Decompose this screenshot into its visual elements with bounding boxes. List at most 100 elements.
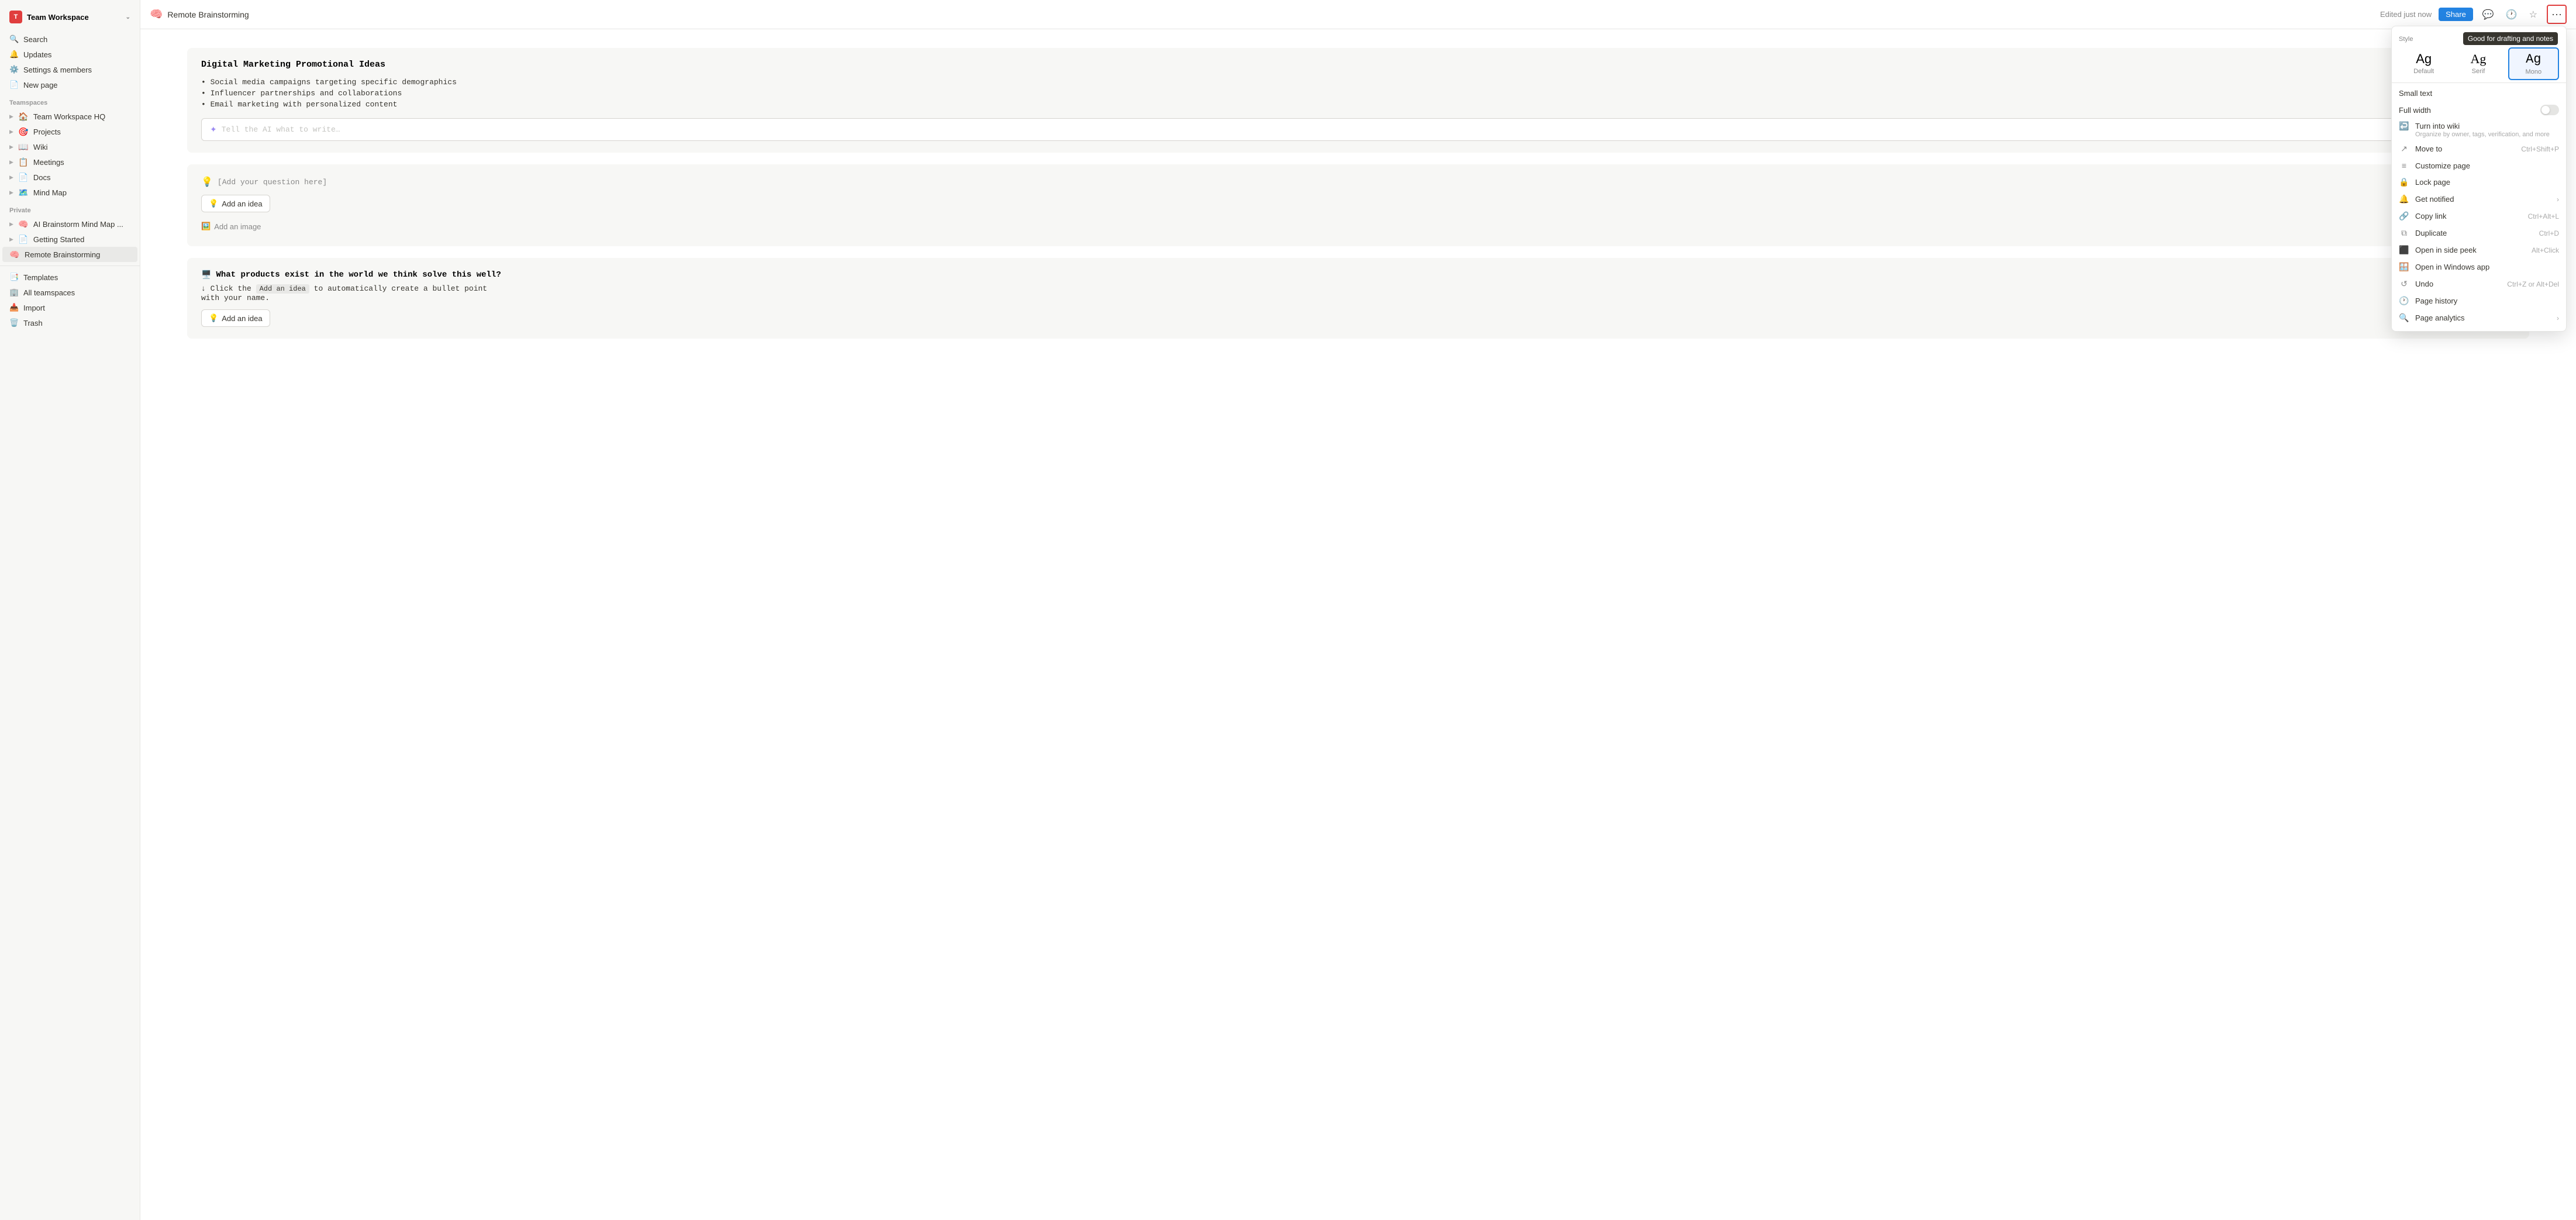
idea-btn-icon: 💡	[209, 199, 218, 208]
sidebar-item-meetings[interactable]: ▶ 📋 Meetings	[2, 154, 137, 170]
style-options: Ag Default Ag Serif Ag Mono Good for dra…	[2399, 47, 2559, 80]
sidebar-label-getting-started: Getting Started	[33, 235, 84, 244]
add-image-button[interactable]: 🖼️ Add an image	[201, 218, 261, 235]
new-page-icon: 📄	[9, 80, 19, 89]
toggle-knob	[2541, 106, 2550, 114]
teamspaces-label: Teamspaces	[0, 95, 140, 109]
context-menu: Style Ag Default Ag Serif Ag Mono Good f…	[2391, 26, 2567, 332]
sidebar-item-mind-map[interactable]: ▶ 🗺️ Mind Map	[2, 185, 137, 200]
products-title: What products exist in the world we thin…	[216, 270, 501, 280]
style-mono-button[interactable]: Ag Mono Good for drafting and notes	[2508, 47, 2559, 80]
turn-into-wiki-item[interactable]: ↩️ Turn into wiki Organize by owner, tag…	[2392, 119, 2566, 140]
share-button[interactable]: Share	[2439, 8, 2473, 21]
sidebar-item-import[interactable]: 📥 Import	[2, 300, 137, 315]
sidebar-item-team-hq[interactable]: ▶ 🏠 Team Workspace HQ	[2, 109, 137, 124]
sidebar-item-trash[interactable]: 🗑️ Trash	[2, 315, 137, 330]
sidebar-label-trash: Trash	[23, 319, 43, 328]
sidebar-item-settings[interactable]: ⚙️ Settings & members	[2, 62, 137, 77]
more-options-button[interactable]: ···	[2547, 5, 2567, 24]
history-icon[interactable]: 🕐	[2503, 6, 2520, 23]
all-teamspaces-icon: 🏢	[9, 288, 19, 297]
comment-icon[interactable]: 💬	[2480, 6, 2496, 23]
get-notified-item[interactable]: 🔔 Get notified ›	[2392, 191, 2566, 208]
expand-icon: ▶	[9, 144, 13, 150]
mind-map-icon: 🗺️	[18, 187, 29, 198]
workspace-avatar: T	[9, 11, 22, 23]
page-icon: 🧠	[150, 8, 163, 20]
settings-icon: ⚙️	[9, 65, 19, 74]
sidebar-item-wiki[interactable]: ▶ 📖 Wiki	[2, 139, 137, 154]
templates-icon: 📑	[9, 273, 19, 282]
meetings-icon: 📋	[18, 157, 29, 167]
side-peek-icon: ⬛	[2399, 245, 2409, 255]
add-idea-button[interactable]: 💡 Add an idea	[201, 195, 270, 212]
full-width-row[interactable]: Full width	[2392, 101, 2566, 119]
main-content: 🧠 Remote Brainstorming Edited just now S…	[140, 0, 2576, 1220]
style-serif-label: Serif	[2472, 68, 2485, 75]
lock-page-item[interactable]: 🔒 Lock page	[2392, 174, 2566, 191]
analytics-icon: 🔍	[2399, 313, 2409, 323]
style-serif-button[interactable]: Ag Serif	[2453, 47, 2503, 80]
open-side-peek-label: Open in side peek	[2415, 246, 2477, 254]
add-idea-button-products[interactable]: 💡 Add an idea	[201, 309, 270, 327]
team-hq-icon: 🏠	[18, 111, 29, 122]
add-idea-label-2: Add an idea	[222, 314, 262, 323]
move-to-label: Move to	[2415, 144, 2442, 153]
undo-item[interactable]: ↺ Undo Ctrl+Z or Alt+Del	[2392, 275, 2566, 292]
page-analytics-item[interactable]: 🔍 Page analytics ›	[2392, 309, 2566, 326]
expand-icon: ▶	[9, 221, 13, 228]
open-windows-item[interactable]: 🪟 Open in Windows app	[2392, 259, 2566, 275]
duplicate-shortcut: Ctrl+D	[2539, 229, 2559, 237]
sidebar-item-remote-brainstorming[interactable]: 🧠 Remote Brainstorming	[2, 247, 137, 262]
sidebar-item-all-teamspaces[interactable]: 🏢 All teamspaces	[2, 285, 137, 300]
page-history-item[interactable]: 🕐 Page history	[2392, 292, 2566, 309]
get-notified-chevron: ›	[2557, 195, 2559, 204]
undo-label: Undo	[2415, 280, 2433, 288]
expand-icon: ▶	[9, 113, 13, 120]
sidebar-item-updates[interactable]: 🔔 Updates	[2, 47, 137, 62]
duplicate-item[interactable]: ⧉ Duplicate Ctrl+D	[2392, 225, 2566, 242]
idea-btn-icon-2: 💡	[209, 313, 218, 323]
open-side-peek-item[interactable]: ⬛ Open in side peek Alt+Click	[2392, 242, 2566, 259]
lock-page-label: Lock page	[2415, 178, 2450, 187]
workspace-chevron-icon: ⌄	[126, 14, 130, 20]
image-icon: 🖼️	[201, 222, 211, 231]
bell-icon: 🔔	[2399, 194, 2409, 204]
sidebar-label-updates: Updates	[23, 50, 51, 59]
sidebar-item-templates[interactable]: 📑 Templates	[2, 270, 137, 285]
sidebar-label-search: Search	[23, 35, 47, 44]
windows-icon: 🪟	[2399, 262, 2409, 272]
page-analytics-label: Page analytics	[2415, 313, 2465, 322]
style-mono-label: Mono	[2526, 68, 2542, 75]
topbar-page-title: Remote Brainstorming	[167, 10, 249, 19]
idea-question-text: [Add your question here]	[218, 178, 327, 187]
style-default-button[interactable]: Ag Default	[2399, 47, 2449, 80]
expand-icon: ▶	[9, 159, 13, 166]
sidebar-item-search[interactable]: 🔍 Search	[2, 32, 137, 47]
content-block-question: 💡 [Add your question here] 💡 Add an idea…	[187, 164, 2529, 246]
sidebar-label-projects: Projects	[33, 127, 61, 136]
sidebar-item-ai-brainstorm[interactable]: ▶ 🧠 AI Brainstorm Mind Map ...	[2, 216, 137, 232]
sidebar-item-projects[interactable]: ▶ 🎯 Projects	[2, 124, 137, 139]
full-width-toggle[interactable]	[2540, 105, 2559, 115]
workspace-name: Team Workspace	[27, 13, 89, 22]
ai-input-area[interactable]: ✦ Tell the AI what to write… Generate	[201, 118, 2515, 141]
add-image-label: Add an image	[214, 222, 261, 231]
bullet-item: Email marketing with personalized conten…	[201, 99, 2515, 110]
customize-page-item[interactable]: ≡ Customize page	[2392, 157, 2566, 174]
sidebar-item-docs[interactable]: ▶ 📄 Docs	[2, 170, 137, 185]
sidebar-item-new-page[interactable]: 📄 New page	[2, 77, 137, 92]
copy-link-item[interactable]: 🔗 Copy link Ctrl+Alt+L	[2392, 208, 2566, 225]
projects-icon: 🎯	[18, 126, 29, 137]
ai-brainstorm-icon: 🧠	[18, 219, 29, 229]
duplicate-label: Duplicate	[2415, 229, 2447, 237]
turn-into-wiki-label: Turn into wiki	[2415, 122, 2460, 130]
open-side-peek-shortcut: Alt+Click	[2532, 246, 2559, 254]
wiki-turn-icon: ↩️	[2399, 121, 2409, 131]
favorite-icon[interactable]: ☆	[2527, 6, 2540, 23]
sidebar-item-getting-started[interactable]: ▶ 📄 Getting Started	[2, 232, 137, 247]
expand-icon: ▶	[9, 129, 13, 135]
workspace-header[interactable]: T Team Workspace ⌄	[5, 7, 135, 27]
move-to-item[interactable]: ↗ Move to Ctrl+Shift+P	[2392, 140, 2566, 157]
getting-started-icon: 📄	[18, 234, 29, 244]
